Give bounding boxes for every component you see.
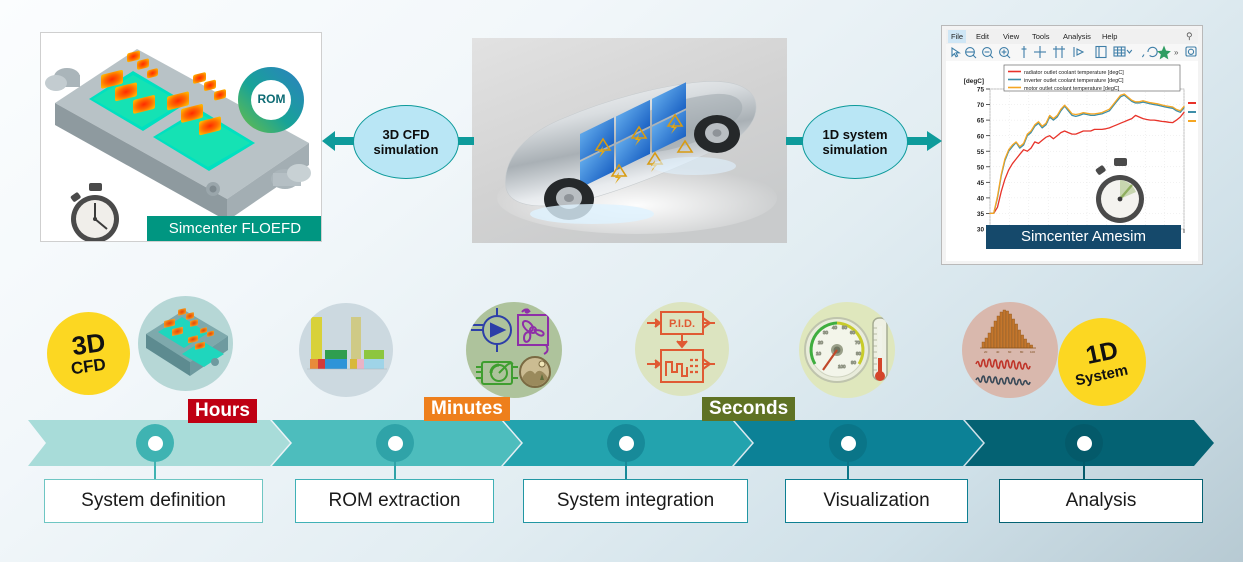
svg-text:50: 50 [842,325,848,330]
node-stem-5 [1083,460,1085,480]
step-icon-analysis: 20 40 60 80 100 [962,302,1058,398]
svg-text:80: 80 [1020,350,1024,354]
node-stem-3 [625,460,627,480]
camera-icon [1185,46,1197,57]
timeline-label-system-integration[interactable]: System integration [523,479,748,523]
amesim-tag: Simcenter Amesim [986,225,1181,249]
svg-text:10: 10 [816,351,822,356]
svg-text:50: 50 [977,164,985,171]
svg-text:30: 30 [823,330,829,335]
svg-text:100: 100 [1030,350,1035,354]
amesim-toolbar[interactable]: » [946,44,1198,62]
svg-text:motor outlet coolant temperatu: motor outlet coolant temperature [degC] [1024,86,1120,92]
svg-text:40: 40 [832,325,838,330]
step-icon-system-integration [466,302,562,398]
pin-icon[interactable]: ⚲ [1186,31,1193,42]
menu-item-view[interactable]: View [1003,32,1019,41]
menu-item-file[interactable]: File [948,30,967,43]
svg-text:90: 90 [851,360,857,365]
star-icon [1157,45,1171,60]
pointer-icon [951,46,962,58]
menu-item-help[interactable]: Help [1102,32,1117,41]
timeline-node-1[interactable] [136,424,174,462]
svg-text:[degC]: [degC] [964,78,984,85]
badge-3d-cfd: 3D CFD [47,312,130,395]
svg-text:45: 45 [977,180,985,187]
bubble-1d-system-simulation[interactable]: 1D system simulation [802,105,908,179]
svg-text:40: 40 [996,350,1000,354]
bubble-cfd-line2: simulation [373,142,439,157]
svg-text:radiator outlet coolant temper: radiator outlet coolant temperature [deg… [1024,70,1124,76]
table-icon [1095,45,1107,59]
stopwatch-icon [1095,158,1144,223]
bubble-cfd-line1: 3D CFD [382,127,430,142]
ev-car-image [472,38,787,243]
amesim-panel: File Edit View Tools Analysis Help ⚲ » 3… [941,25,1203,265]
badge-1d-line2: System [1074,361,1130,389]
badge-1d-system: 1D System [1058,318,1146,406]
timeline-label-rom-extraction[interactable]: ROM extraction [295,479,494,523]
stopwatch-icon [70,183,119,241]
amesim-menu-bar[interactable]: File Edit View Tools Analysis Help ⚲ [946,29,1198,45]
compare-icon [1053,46,1065,58]
badge-hours: Hours [188,399,257,423]
svg-text:70: 70 [855,340,861,345]
svg-text:60: 60 [850,330,856,335]
svg-text:40: 40 [977,195,985,202]
overflow-icon: » [1174,48,1179,57]
step-icon-system-definition [138,296,233,391]
crosshair-icon [1034,46,1046,58]
badge-minutes: Minutes [424,397,510,421]
bubble-3d-cfd-simulation[interactable]: 3D CFD simulation [353,105,459,179]
rom-badge-label: ROM [257,92,286,106]
svg-text:70: 70 [977,102,985,109]
svg-text:20: 20 [984,350,988,354]
node-stem-4 [847,460,849,480]
floefd-panel: ROM Simcenter FLOEFD [40,32,322,242]
svg-text:60: 60 [1008,350,1012,354]
svg-text:65: 65 [977,118,985,125]
svg-text:30: 30 [977,227,985,234]
zoom-in-icon [999,47,1011,59]
bubble-1d-line1: 1D system [822,127,888,142]
refresh-icon [1141,46,1158,58]
timeline-node-5[interactable] [1065,424,1103,462]
node-stem-2 [394,460,396,480]
timeline-node-3[interactable] [607,424,645,462]
marker-icon [1021,46,1027,58]
node-stem-1 [154,460,156,480]
step-icon-rom-extraction [299,303,393,397]
timeline-label-analysis[interactable]: Analysis [999,479,1203,523]
pan-icon [965,47,977,59]
zoom-out-icon [982,47,994,59]
menu-item-tools[interactable]: Tools [1032,32,1050,41]
ev-battery-car-render [472,38,787,243]
badge-seconds: Seconds [702,397,796,421]
chevron-down-icon [1126,49,1133,54]
grid-icon [1113,46,1126,57]
bubble-1d-line2: simulation [822,142,888,157]
menu-item-edit[interactable]: Edit [976,32,989,41]
svg-text:75: 75 [977,87,985,94]
svg-text:60: 60 [977,133,985,140]
svg-text:55: 55 [977,149,985,156]
floefd-tag: Simcenter FLOEFD [147,216,321,241]
step-icon-visualization: 20 30 40 50 60 70 80 90 100 10 [799,302,895,398]
timeline-node-4[interactable] [829,424,867,462]
step-icon-pid-controller: P.I.D. [635,302,729,396]
menu-item-analysis[interactable]: Analysis [1063,32,1091,41]
svg-text:100: 100 [838,364,846,369]
svg-text:80: 80 [856,351,862,356]
svg-text:35: 35 [977,211,985,218]
power-module-thermal-icon [45,49,311,241]
badge-3d-line2: CFD [69,354,108,378]
play-icon [1073,47,1085,57]
timeline-label-system-definition[interactable]: System definition [44,479,263,523]
timeline-label-visualization[interactable]: Visualization [785,479,968,523]
pid-label: P.I.D. [669,318,695,330]
svg-text:inverter outlet coolant temper: inverter outlet coolant temperature [deg… [1024,78,1124,84]
timeline-node-2[interactable] [376,424,414,462]
svg-text:20: 20 [818,340,824,345]
